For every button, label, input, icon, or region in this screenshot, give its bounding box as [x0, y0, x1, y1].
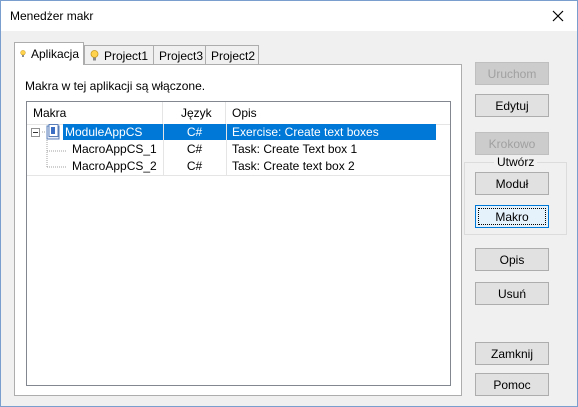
tab-project3[interactable]: Project3: [153, 45, 206, 65]
description-button-label: Opis: [499, 252, 525, 267]
lightbulb-icon: [90, 49, 99, 60]
table-row[interactable]: MacroAppCS_2 C# Task: Create text box 2: [27, 158, 450, 174]
macro-language: C#: [163, 124, 226, 140]
macro-list[interactable]: Makra Język Opis ModuleAppCS C# Exercise…: [26, 101, 451, 386]
focus-ring: [478, 208, 546, 225]
macro-name: ModuleAppCS: [63, 124, 163, 140]
list-header: Makra Język Opis: [27, 102, 450, 125]
module-button[interactable]: Moduł: [475, 172, 549, 195]
close-button-label: Zamknij: [490, 346, 533, 361]
table-row[interactable]: MacroAppCS_1 C# Task: Create Text box 1: [27, 141, 450, 157]
lightbulb-icon: [20, 50, 26, 57]
tab-label: Project3: [159, 48, 204, 63]
close-icon: [552, 10, 564, 22]
row-separator: [27, 175, 450, 176]
macro-description: Exercise: Create text boxes: [226, 124, 436, 140]
table-row[interactable]: ModuleAppCS C# Exercise: Create text box…: [27, 124, 450, 140]
macro-manager-window: Menedżer makr Aplikacja Project1 Project…: [0, 0, 578, 407]
help-button[interactable]: Pomoc: [475, 373, 549, 396]
step-button-label: Krokowo: [488, 136, 536, 151]
tab-label: Project2: [211, 48, 256, 63]
help-button-label: Pomoc: [493, 377, 531, 392]
collapse-icon[interactable]: [31, 128, 40, 137]
column-header-jezyk[interactable]: Język: [163, 102, 226, 124]
tab-aplikacja[interactable]: Aplikacja: [14, 42, 84, 65]
tab-label: Project1: [104, 48, 149, 63]
module-button-label: Moduł: [495, 176, 529, 191]
macros-enabled-text: Makra w tej aplikacji są włączone.: [25, 79, 206, 93]
close-window-button[interactable]: [547, 6, 569, 26]
delete-button[interactable]: Usuń: [475, 282, 549, 305]
edit-button-label: Edytuj: [495, 98, 529, 113]
delete-button-label: Usuń: [497, 286, 526, 301]
tab-project1[interactable]: Project1: [84, 45, 154, 65]
run-button[interactable]: Uruchom: [475, 62, 549, 85]
create-group-label: Utwórz: [494, 155, 538, 169]
macro-description: Task: Create Text box 1: [232, 142, 358, 156]
macro-language: C#: [186, 159, 203, 173]
column-header-makra[interactable]: Makra: [27, 102, 163, 124]
macro-description: Task: Create text box 2: [232, 159, 355, 173]
tab-panel: Makra w tej aplikacji są włączone. Makra…: [14, 64, 462, 396]
macro-language: C#: [186, 142, 203, 156]
window-title: Menedżer makr: [10, 9, 94, 23]
module-icon: [42, 124, 60, 140]
close-button[interactable]: Zamknij: [475, 342, 549, 365]
macro-name: MacroAppCS_2: [72, 159, 157, 173]
edit-button[interactable]: Edytuj: [475, 94, 549, 117]
column-header-opis[interactable]: Opis: [226, 102, 450, 124]
tab-label: Aplikacja: [30, 47, 79, 61]
run-button-label: Uruchom: [487, 66, 537, 81]
column-separator: [163, 124, 164, 176]
title-bar: Menedżer makr: [1, 1, 577, 31]
column-separator: [226, 124, 227, 176]
step-button[interactable]: Krokowo: [475, 132, 549, 155]
tab-project2[interactable]: Project2: [205, 45, 259, 65]
macro-name: MacroAppCS_1: [72, 142, 157, 156]
macro-button[interactable]: Makro: [475, 205, 549, 228]
description-button[interactable]: Opis: [475, 248, 549, 271]
